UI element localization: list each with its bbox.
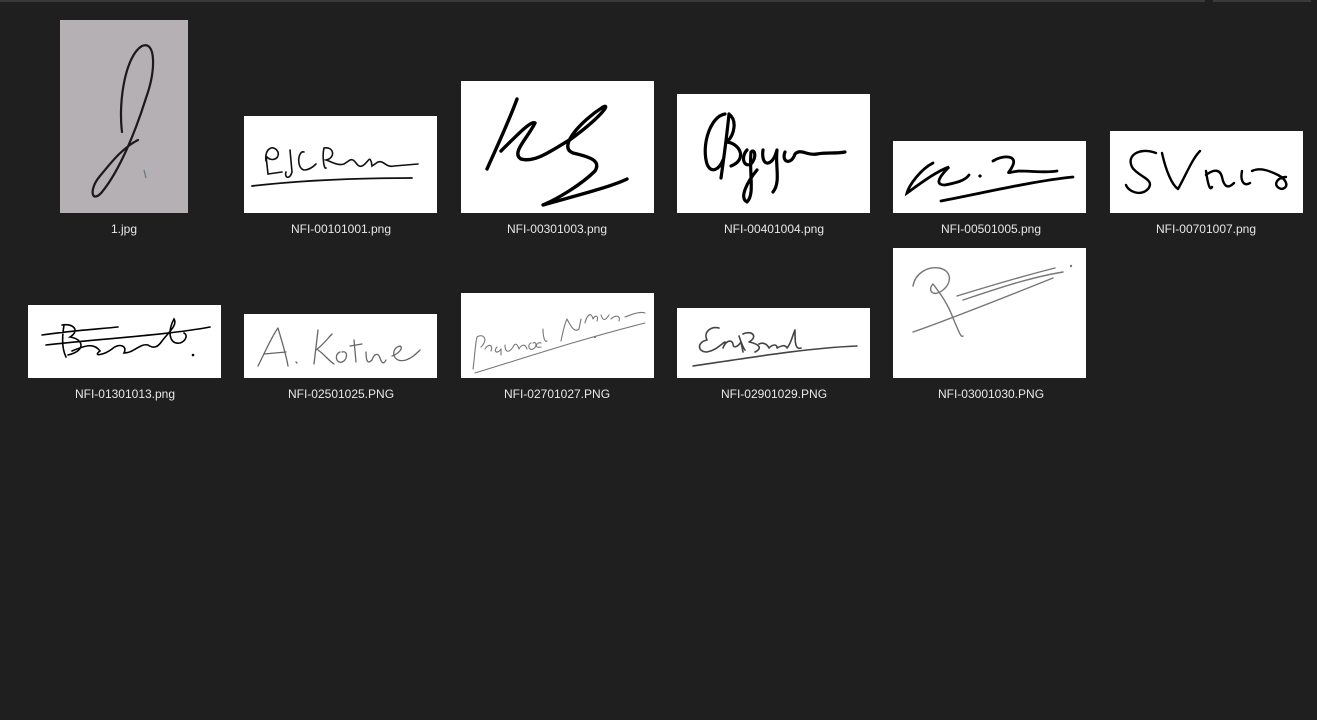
signature-image-icon <box>257 327 421 367</box>
thumbnail <box>28 305 221 378</box>
search-box-edge <box>1213 0 1311 2</box>
signature-image-icon <box>485 97 629 207</box>
signature-image-icon <box>912 264 1073 338</box>
file-name: NFI-00401004.png <box>723 222 825 236</box>
file-name: NFI-00301003.png <box>506 222 608 236</box>
thumbnail <box>1110 131 1303 213</box>
top-edge <box>0 0 1317 4</box>
file-name: NFI-00501005.png <box>940 222 1042 236</box>
signature-image-icon <box>703 112 847 204</box>
thumbnail <box>893 248 1086 378</box>
thumbnail <box>893 141 1086 213</box>
file-name: NFI-02501025.PNG <box>287 387 395 401</box>
file-name: NFI-00101001.png <box>290 222 392 236</box>
thumbnail <box>244 116 437 213</box>
thumbnail <box>461 293 654 378</box>
thumbnail <box>60 20 188 213</box>
address-bar-edge <box>0 0 1205 2</box>
file-name: NFI-02701027.PNG <box>503 387 611 401</box>
signature-image-icon <box>904 155 1075 203</box>
signature-image-icon <box>1124 149 1288 195</box>
thumbnail <box>677 308 870 378</box>
signature-photo-icon <box>91 44 155 198</box>
file-name: NFI-02901029.PNG <box>720 387 828 401</box>
thumbnail <box>461 81 654 213</box>
file-name: NFI-00701007.png <box>1155 222 1257 236</box>
signature-image-icon <box>41 317 211 358</box>
thumbnail <box>677 94 870 213</box>
signature-image-icon <box>472 311 646 374</box>
file-name: NFI-03001030.PNG <box>937 387 1045 401</box>
signature-image-icon <box>251 147 419 187</box>
signature-image-icon <box>692 326 858 367</box>
file-name: NFI-01301013.png <box>74 387 176 401</box>
thumbnail <box>244 314 437 378</box>
file-name: 1.jpg <box>110 222 138 236</box>
